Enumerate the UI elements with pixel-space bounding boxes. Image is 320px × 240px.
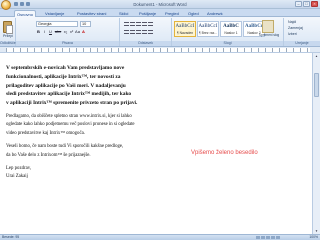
view-buttons xyxy=(256,236,280,239)
document-body[interactable]: V septembrskih e-novicah Vam predstavlja… xyxy=(6,64,256,187)
font-size-select[interactable]: 10 xyxy=(80,21,91,27)
decrease-indent-icon[interactable] xyxy=(142,22,147,26)
text-line: sledi predstavitev aplikacije Intrix™ me… xyxy=(6,91,132,98)
multilevel-list-icon[interactable] xyxy=(136,22,141,26)
signature: Urai Zakaij xyxy=(6,174,28,180)
text-line: v aplikaciji Intrix™ spremenite privzeto… xyxy=(6,100,138,107)
scroll-up-icon[interactable]: ▲ xyxy=(314,54,319,58)
editing-group-label: Urejanje xyxy=(284,41,320,46)
office-button[interactable] xyxy=(1,0,11,10)
print-layout-icon[interactable] xyxy=(256,236,260,239)
zoom-level[interactable]: 100% xyxy=(309,235,318,240)
annotation-text: Vpišemo želeno besedilo xyxy=(191,150,258,156)
bullets-icon[interactable] xyxy=(124,22,129,26)
tab-custom[interactable]: Andrewk xyxy=(205,10,225,17)
tab-review[interactable]: Pregled xyxy=(163,10,181,17)
status-bar: Besede: 95 100% xyxy=(0,234,320,240)
find-button[interactable]: Najdi xyxy=(288,20,296,24)
draft-icon[interactable] xyxy=(276,236,280,239)
align-right-icon[interactable] xyxy=(136,30,141,34)
style-name: Naslov 1 xyxy=(224,31,238,35)
ruler-scale[interactable] xyxy=(6,48,310,52)
increase-indent-icon[interactable] xyxy=(148,22,153,26)
clipboard-group: Prilepi Odložišče xyxy=(0,18,16,46)
ribbon-tabs: Osnovno Vstavljanje Postavitev strani Sk… xyxy=(0,9,320,17)
tab-page-layout[interactable]: Postavitev strani xyxy=(75,10,108,17)
change-case-button[interactable]: Aa xyxy=(75,29,80,34)
change-styles-label[interactable]: Spremeni slog xyxy=(258,33,280,38)
text-line: prilagoditev aplikacije po Vaši meri. V … xyxy=(6,82,126,89)
tab-insert[interactable]: Vstavljanje xyxy=(43,10,66,17)
minimize-button[interactable]: – xyxy=(295,1,302,7)
align-left-icon[interactable] xyxy=(124,30,129,34)
style-sample: AaBbCc xyxy=(244,24,264,29)
text-line: video predstavitve kaj Intrix™ omogoča. xyxy=(6,130,85,136)
web-layout-icon[interactable] xyxy=(266,236,270,239)
paragraph-intro: V septembrskih e-novicah Vam predstavlja… xyxy=(6,64,256,108)
style-name: ¶ Brez raz... xyxy=(198,31,218,35)
subscript-button[interactable]: x₂ xyxy=(63,29,68,34)
maximize-button[interactable]: □ xyxy=(303,1,310,7)
signoff: Lep pozdrav, Urai Zakaij xyxy=(6,165,256,182)
paragraph-group: Odstavek xyxy=(120,18,172,46)
text-line: Lep pozdrav, xyxy=(6,166,31,172)
tab-references[interactable]: Sklici xyxy=(117,10,130,17)
change-styles-icon[interactable] xyxy=(262,20,274,33)
tab-view[interactable]: Ogled xyxy=(186,10,201,17)
text-line: V septembrskih e-novicah Vam predstavlja… xyxy=(6,65,125,71)
word-count[interactable]: Besede: 95 xyxy=(2,235,19,239)
close-button[interactable]: × xyxy=(311,1,318,7)
align-center-icon[interactable] xyxy=(130,30,135,34)
superscript-button[interactable]: x² xyxy=(69,29,74,34)
scroll-down-icon[interactable]: ▼ xyxy=(314,229,319,233)
font-name-select[interactable]: Georgia xyxy=(36,21,78,27)
paragraph-website: Predlagamo, da obiščete spletno stran ww… xyxy=(6,113,256,138)
ribbon: Prilepi Odložišče Georgia 10 B I U abc x… xyxy=(0,17,320,47)
line-spacing-icon[interactable] xyxy=(148,30,153,34)
tab-home[interactable]: Osnovno xyxy=(14,10,37,17)
paste-button-label[interactable]: Prilepi xyxy=(3,34,13,38)
underline-button[interactable]: U xyxy=(48,29,53,34)
strikethrough-button[interactable]: abc xyxy=(54,29,62,34)
window-title: Dokument1 - Microsoft Word xyxy=(133,2,187,7)
style-no-spacing[interactable]: AaBbCcI ¶ Brez raz... xyxy=(197,21,219,37)
font-color-button[interactable]: A xyxy=(81,29,86,34)
font-group: Georgia 10 B I U abc x₂ x² Aa A Pisava xyxy=(16,18,120,46)
style-sample: AaBbCcI xyxy=(175,24,195,29)
numbering-icon[interactable] xyxy=(130,22,135,26)
tab-mailings[interactable]: Pošiljanje xyxy=(137,10,158,17)
text-line: funkcionalnosti, aplikacije Intrix™, ter… xyxy=(6,73,121,80)
full-screen-icon[interactable] xyxy=(261,236,265,239)
styles-group-label: Slogi xyxy=(172,41,283,46)
paste-icon[interactable] xyxy=(3,21,13,34)
bold-button[interactable]: B xyxy=(36,29,41,34)
text-line: ogledate kako lahko podjetnemu več poslo… xyxy=(6,122,135,128)
window-controls: – □ × xyxy=(295,1,318,7)
style-sample: AaBbCcI xyxy=(198,24,218,29)
outline-icon[interactable] xyxy=(271,236,275,239)
italic-button[interactable]: I xyxy=(42,29,47,34)
title-bar: Dokument1 - Microsoft Word – □ × xyxy=(0,0,320,10)
align-buttons xyxy=(124,30,153,34)
paragraph-group-label: Odstavek xyxy=(120,41,171,46)
scroll-thumb[interactable] xyxy=(314,73,319,97)
style-heading-1[interactable]: AaBbC Naslov 1 xyxy=(220,21,242,37)
style-normal[interactable]: AaBbCcI ¶ Navaden xyxy=(174,21,196,37)
font-group-label: Pisava xyxy=(16,41,119,46)
style-name: ¶ Navaden xyxy=(176,31,194,35)
select-button[interactable]: Izberi xyxy=(288,32,297,36)
list-buttons xyxy=(124,22,153,26)
clipboard-group-label: Odložišče xyxy=(0,41,16,46)
font-format-buttons: B I U abc x₂ x² Aa A xyxy=(36,29,86,34)
text-line: Predlagamo, da obiščete spletno stran ww… xyxy=(6,113,132,119)
justify-icon[interactable] xyxy=(142,30,147,34)
style-sample: AaBbC xyxy=(223,24,239,29)
vertical-scrollbar[interactable]: ▲ ▼ xyxy=(312,53,320,234)
replace-button[interactable]: Zamenjaj xyxy=(288,26,303,30)
